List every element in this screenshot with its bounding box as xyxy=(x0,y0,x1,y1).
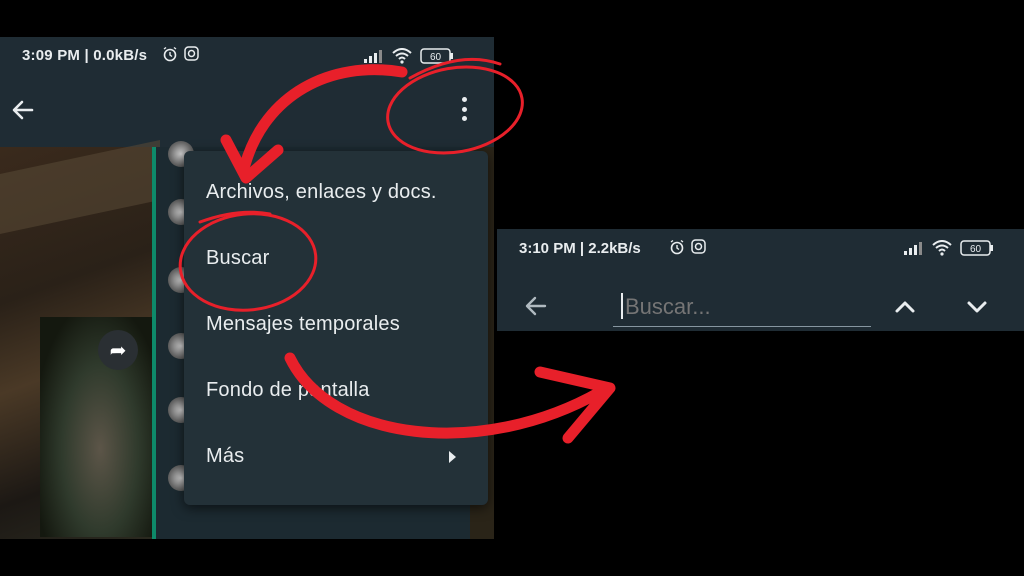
signal-icon xyxy=(364,50,382,63)
battery-icon: 60 xyxy=(960,240,993,256)
wifi-icon xyxy=(392,48,412,64)
tutorial-canvas: 3:09 PM | 0.0kB/s 60 ➦ Archivos, enlaces… xyxy=(0,0,1024,576)
alarm-icon xyxy=(670,239,684,255)
status-icons xyxy=(669,239,706,255)
arrow-to-search-head xyxy=(534,366,616,444)
search-bar xyxy=(497,271,1024,331)
menu-item-mas[interactable]: Más xyxy=(206,445,244,468)
menu-item-mensajes-temporales[interactable]: Mensajes temporales xyxy=(206,313,400,336)
menu-item-fondo-de-pantalla[interactable]: Fondo de pantalla xyxy=(206,379,370,402)
status-time: 3:10 PM | 2.2kB/s xyxy=(519,240,641,257)
instagram-icon xyxy=(691,239,706,254)
battery-icon: 60 xyxy=(420,48,453,64)
overflow-menu: Archivos, enlaces y docs. Buscar Mensaje… xyxy=(184,151,488,505)
instagram-icon xyxy=(184,46,199,61)
search-input[interactable] xyxy=(613,287,871,327)
status-right-icons: 60 xyxy=(904,240,994,256)
back-arrow-icon[interactable] xyxy=(523,293,549,319)
menu-item-buscar[interactable]: Buscar xyxy=(206,247,269,270)
battery-level: 60 xyxy=(430,52,442,63)
status-time: 3:09 PM | 0.0kB/s xyxy=(22,47,148,64)
status-right-icons: 60 xyxy=(364,48,454,64)
more-options-icon[interactable] xyxy=(452,95,476,123)
status-bar: 3:09 PM | 0.0kB/s 60 xyxy=(0,37,494,73)
forward-icon[interactable]: ➦ xyxy=(98,330,138,370)
wifi-icon xyxy=(932,240,952,256)
back-arrow-icon[interactable] xyxy=(10,97,36,123)
menu-item-archivos[interactable]: Archivos, enlaces y docs. xyxy=(206,181,437,204)
left-screenshot: 3:09 PM | 0.0kB/s 60 ➦ Archivos, enlaces… xyxy=(0,37,494,539)
alarm-icon xyxy=(163,46,177,62)
chevron-down-icon[interactable] xyxy=(965,295,989,319)
submenu-arrow-icon xyxy=(449,451,456,463)
battery-level: 60 xyxy=(970,244,982,255)
signal-icon xyxy=(904,242,922,255)
chat-app-bar xyxy=(0,73,494,147)
chevron-up-icon[interactable] xyxy=(893,295,917,319)
status-icons xyxy=(162,46,199,62)
text-cursor xyxy=(621,293,623,319)
right-screenshot: 3:10 PM | 2.2kB/s 60 xyxy=(497,229,1024,331)
